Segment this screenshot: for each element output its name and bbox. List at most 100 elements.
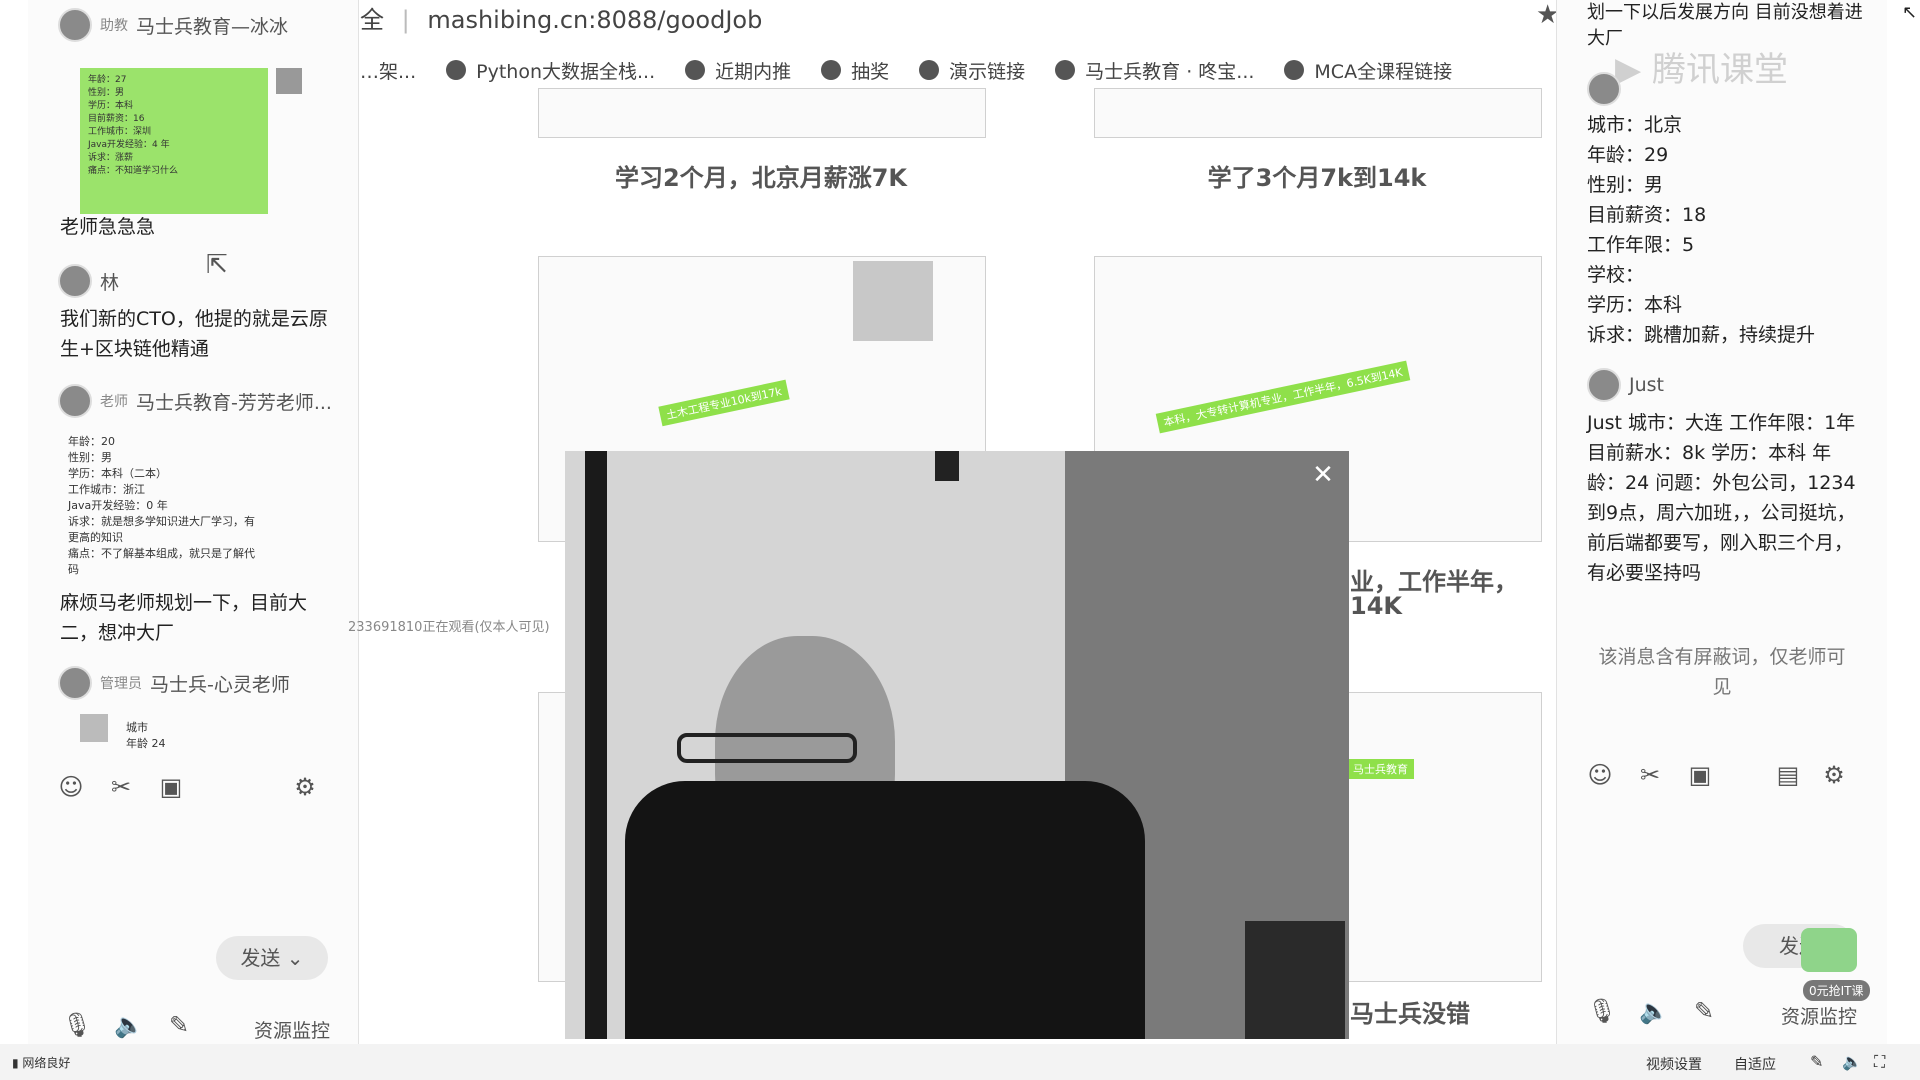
resource-monitor-button[interactable]: 资源监控 bbox=[1781, 1002, 1857, 1029]
mouse-cursor-icon: ↖ bbox=[1902, 2, 1918, 23]
testimonial-card[interactable] bbox=[1094, 88, 1542, 138]
emoji-icon[interactable]: ☺ bbox=[1587, 762, 1613, 788]
speaker-icon[interactable]: 🔈 bbox=[1842, 1052, 1862, 1071]
profile-line: 年龄：29 bbox=[1587, 144, 1669, 166]
bookmark-item[interactable]: 马士兵教育 · 咚宝... bbox=[1055, 52, 1254, 88]
chat-message-text: 老师急急急 bbox=[60, 216, 156, 238]
address-prefix: 全 bbox=[360, 6, 384, 34]
pen-icon[interactable]: ✎ bbox=[1810, 1052, 1823, 1071]
settings-icon[interactable]: ⚙ bbox=[1821, 762, 1847, 788]
adaptive-button[interactable]: 自适应 bbox=[1734, 1054, 1776, 1074]
teacher-video-window[interactable]: ✕ bbox=[565, 451, 1349, 1039]
speaker-icon[interactable]: 🔈 bbox=[114, 1012, 144, 1038]
bookmark-label: Python大数据全栈... bbox=[476, 60, 656, 83]
settings-icon[interactable]: ⚙ bbox=[292, 774, 318, 800]
info-line: Java开发经验：0 年 bbox=[68, 499, 168, 512]
network-label: 网络良好 bbox=[22, 1056, 71, 1070]
scissors-icon[interactable]: ✂ bbox=[1637, 762, 1663, 788]
camera-clip bbox=[935, 451, 959, 481]
highlight-stripe: 马士兵教育 bbox=[1347, 759, 1414, 779]
board-frame bbox=[585, 451, 607, 1039]
chat-message-text: 麻烦马老师规划一下，目前大二，想冲大厂 bbox=[60, 592, 308, 644]
pen-icon[interactable]: ✎ bbox=[1691, 998, 1717, 1024]
watermark-logo: ▶ 腾讯课堂 bbox=[1615, 50, 1788, 90]
bookmark-label: MCA全课程链接 bbox=[1314, 60, 1453, 83]
info-line: 性别：男 bbox=[68, 451, 112, 464]
profile-image-text[interactable]: 城市 年龄 24 bbox=[126, 720, 166, 752]
bookmark-icon bbox=[821, 60, 842, 80]
avatar bbox=[1587, 368, 1621, 402]
info-line: 码 bbox=[68, 563, 79, 576]
sender-name: 马士兵教育—冰冰 bbox=[136, 15, 289, 38]
comment-icon[interactable]: ▤ bbox=[1775, 762, 1801, 788]
profile-image-text[interactable]: 年龄：20 性别：男 学历：本科（二本） 工作城市：浙江 Java开发经验：0 … bbox=[68, 434, 308, 578]
send-button[interactable]: 发送 ⌄ bbox=[216, 936, 328, 980]
card-line: 性别：男 bbox=[88, 88, 125, 98]
testimonial-caption: 学了3个月7k到14k bbox=[1207, 164, 1427, 192]
chair bbox=[1245, 921, 1345, 1039]
address-bar[interactable]: 全 | mashibing.cn:8088/goodJob ★ bbox=[360, 0, 1559, 36]
left-chat-panel: 助教 马士兵教育—冰冰 年龄：27 性别：男 学历：本科 目前薪资：16 工作城… bbox=[28, 0, 359, 1044]
bookmark-item[interactable]: MCA全课程链接 bbox=[1284, 52, 1452, 88]
profile-line: 城市：北京 bbox=[1587, 114, 1683, 136]
role-tag: 管理员 bbox=[100, 676, 142, 692]
info-line: 诉求：就是想多学知识进大厂学习，有 bbox=[68, 515, 255, 528]
resource-monitor-button[interactable]: 资源监控 bbox=[254, 1016, 330, 1043]
chat-message-header: 林 bbox=[58, 264, 119, 298]
profile-line: 性别：男 bbox=[1587, 174, 1664, 196]
blocked-notice: 该消息含有屏蔽词，仅老师可见 bbox=[1598, 646, 1846, 698]
chat-message-header: 老师 马士兵教育-芳芳老师... bbox=[58, 384, 332, 418]
chat-message-text: 我们新的CTO，他提的就是云原生+区块链他精通 bbox=[60, 308, 328, 360]
card-line: 诉求：涨薪 bbox=[88, 153, 134, 163]
bookmark-item[interactable]: 抽奖 bbox=[821, 52, 889, 88]
thumbnail-icon[interactable] bbox=[276, 68, 302, 94]
image-icon[interactable]: ▣ bbox=[158, 774, 184, 800]
bookmark-item[interactable]: 演示链接 bbox=[919, 52, 1025, 88]
info-line: 年龄：20 bbox=[68, 435, 115, 448]
status-bar: ▮ 网络良好 视频设置 自适应 ✎ 🔈 ⛶ bbox=[0, 1044, 1920, 1080]
video-settings-button[interactable]: 视频设置 bbox=[1646, 1054, 1702, 1074]
info-line: 学历：本科（二本） bbox=[68, 467, 167, 480]
bookmarks-bar: …架... Python大数据全栈... 近期内推 抽奖 演示链接 马士兵教育 … bbox=[360, 52, 1540, 88]
thumbnail-icon[interactable] bbox=[80, 714, 108, 742]
chat-message-header: Just bbox=[1587, 368, 1664, 402]
role-tag: 助教 bbox=[100, 18, 128, 34]
right-chat-panel: 划一下以后发展方向 目前没想着进大厂 ▶ 腾讯课堂 城市：北京 年龄：29 性别… bbox=[1556, 0, 1887, 1044]
microphone-icon[interactable]: 🎙 bbox=[62, 1012, 92, 1038]
url-text: mashibing.cn:8088/goodJob bbox=[427, 6, 763, 34]
profile-line: 诉求：跳槽加薪，持续提升 bbox=[1587, 324, 1816, 346]
speaker-icon[interactable]: 🔈 bbox=[1639, 998, 1669, 1024]
profile-line: 工作年限：5 bbox=[1587, 234, 1695, 256]
promo-mascot-icon[interactable] bbox=[1801, 928, 1857, 972]
scissors-icon[interactable]: ✂ bbox=[108, 774, 134, 800]
info-line: 年龄 24 bbox=[126, 737, 166, 750]
bookmark-item[interactable]: …架... bbox=[360, 52, 416, 88]
avatar bbox=[1587, 72, 1621, 106]
pen-icon[interactable]: ✎ bbox=[166, 1012, 192, 1038]
card-line: 工作城市：深圳 bbox=[88, 127, 152, 137]
avatar bbox=[58, 8, 92, 42]
bookmark-icon bbox=[685, 60, 706, 80]
bookmark-label: 马士兵教育 · 咚宝... bbox=[1085, 60, 1255, 83]
chat-message-header: 管理员 马士兵-心灵老师 bbox=[58, 666, 290, 700]
fullscreen-icon[interactable]: ⛶ bbox=[1874, 1052, 1885, 1072]
highlight-stripe: 本科，大专转计算机专业，工作半年，6.5K到14K bbox=[1155, 360, 1411, 434]
promo-badge[interactable]: 0元抢IT课 bbox=[1803, 980, 1870, 1001]
emoji-icon[interactable]: ☺ bbox=[58, 774, 84, 800]
bookmark-item[interactable]: 近期内推 bbox=[685, 52, 791, 88]
testimonial-card[interactable] bbox=[538, 88, 986, 138]
image-icon[interactable]: ▣ bbox=[1687, 762, 1713, 788]
profile-image-card[interactable]: 年龄：27 性别：男 学历：本科 目前薪资：16 工作城市：深圳 Java开发经… bbox=[80, 68, 268, 214]
divider: | bbox=[401, 6, 410, 34]
close-icon[interactable]: ✕ bbox=[1309, 461, 1337, 489]
bookmark-label: …架... bbox=[360, 60, 417, 83]
role-tag: 老师 bbox=[100, 394, 128, 410]
bookmark-label: 近期内推 bbox=[715, 60, 792, 83]
send-label: 发送 bbox=[240, 946, 281, 970]
microphone-icon[interactable]: 🎙 bbox=[1587, 998, 1617, 1024]
bookmark-icon bbox=[1284, 60, 1305, 80]
watermark-text: 腾讯课堂 bbox=[1651, 50, 1788, 90]
bookmark-item[interactable]: Python大数据全栈... bbox=[446, 52, 655, 88]
bookmark-label: 抽奖 bbox=[851, 60, 890, 83]
card-line: 年龄：27 bbox=[88, 75, 127, 85]
